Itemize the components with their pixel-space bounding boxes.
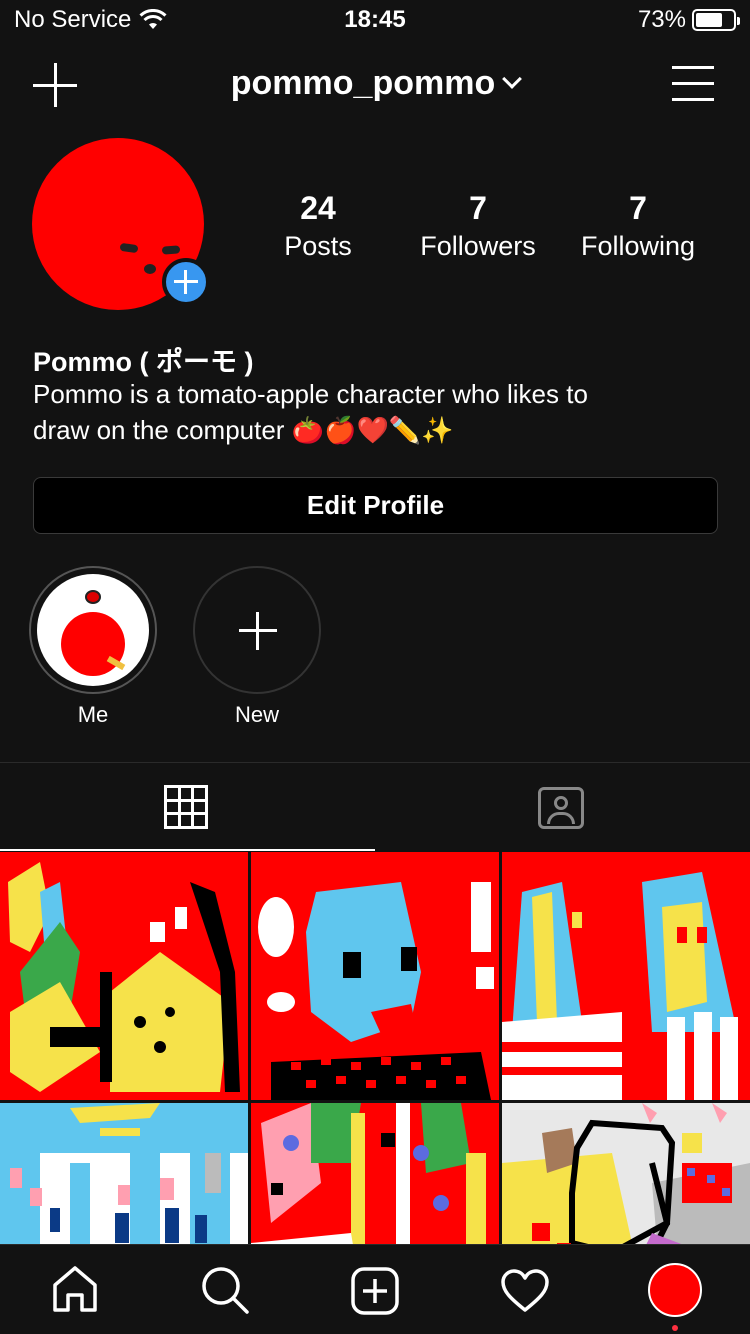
following-label: Following [580,231,696,261]
posts-count: 24 [300,190,336,226]
profile-tabs [0,762,750,851]
posts-stat[interactable]: 24 Posts [238,190,398,262]
chevron-down-icon [502,69,523,89]
tab-tagged[interactable] [375,763,750,851]
profile-header: pommo_pommo [0,50,750,120]
heart-icon [501,1269,549,1312]
bio-line-1: Pommo is a tomato-apple character who li… [33,379,588,409]
followers-label: Followers [420,231,536,261]
highlight-new[interactable]: New [192,566,322,728]
display-name: Pommo ( ポーモ ) [33,347,254,377]
post-thumbnail[interactable] [251,852,499,1100]
plus-icon [193,566,321,694]
search-icon [202,1267,249,1314]
nav-search[interactable] [150,1245,300,1334]
tagged-icon [538,787,584,829]
battery-percent: 73% [637,6,686,33]
nav-activity[interactable] [450,1245,600,1334]
followers-count: 7 [469,190,487,226]
home-icon [53,1266,97,1312]
bio-line-2: draw on the computer 🍅🍎❤️✏️✨ [33,415,454,445]
highlight-label: New [234,702,279,727]
hamburger-menu-icon[interactable] [672,64,714,104]
profile-avatar [648,1263,702,1317]
posts-label: Posts [284,231,352,261]
battery-fill [696,13,723,27]
bottom-nav [0,1244,750,1334]
account-switcher[interactable]: pommo_pommo [0,64,750,103]
bio: Pommo is a tomato-apple character who li… [33,376,713,448]
nav-home[interactable] [0,1245,150,1334]
battery-icon [692,9,740,31]
post-thumbnail[interactable] [0,852,248,1100]
nav-profile[interactable] [600,1245,750,1334]
highlight-me[interactable]: Me [28,566,158,728]
followers-stat[interactable]: 7 Followers [398,190,558,262]
post-thumbnail[interactable] [502,1103,750,1244]
battery-group: 73% [637,6,740,34]
grid-icon [164,785,208,829]
new-post-icon [351,1267,399,1315]
edit-profile-button[interactable]: Edit Profile [33,477,718,534]
following-count: 7 [629,190,647,226]
highlight-cover [29,566,157,694]
highlight-label: Me [77,702,109,727]
add-story-button[interactable] [162,258,210,306]
tab-grid[interactable] [0,763,375,851]
status-bar: No Service 18:45 73% [0,0,750,40]
post-thumbnail[interactable] [502,852,750,1100]
post-thumbnail[interactable] [251,1103,499,1244]
post-thumbnail[interactable] [0,1103,248,1244]
notification-dot [672,1325,678,1331]
following-stat[interactable]: 7 Following [558,190,718,262]
posts-grid [0,852,750,1244]
username: pommo_pommo [230,64,496,102]
nav-new-post[interactable] [300,1245,450,1334]
